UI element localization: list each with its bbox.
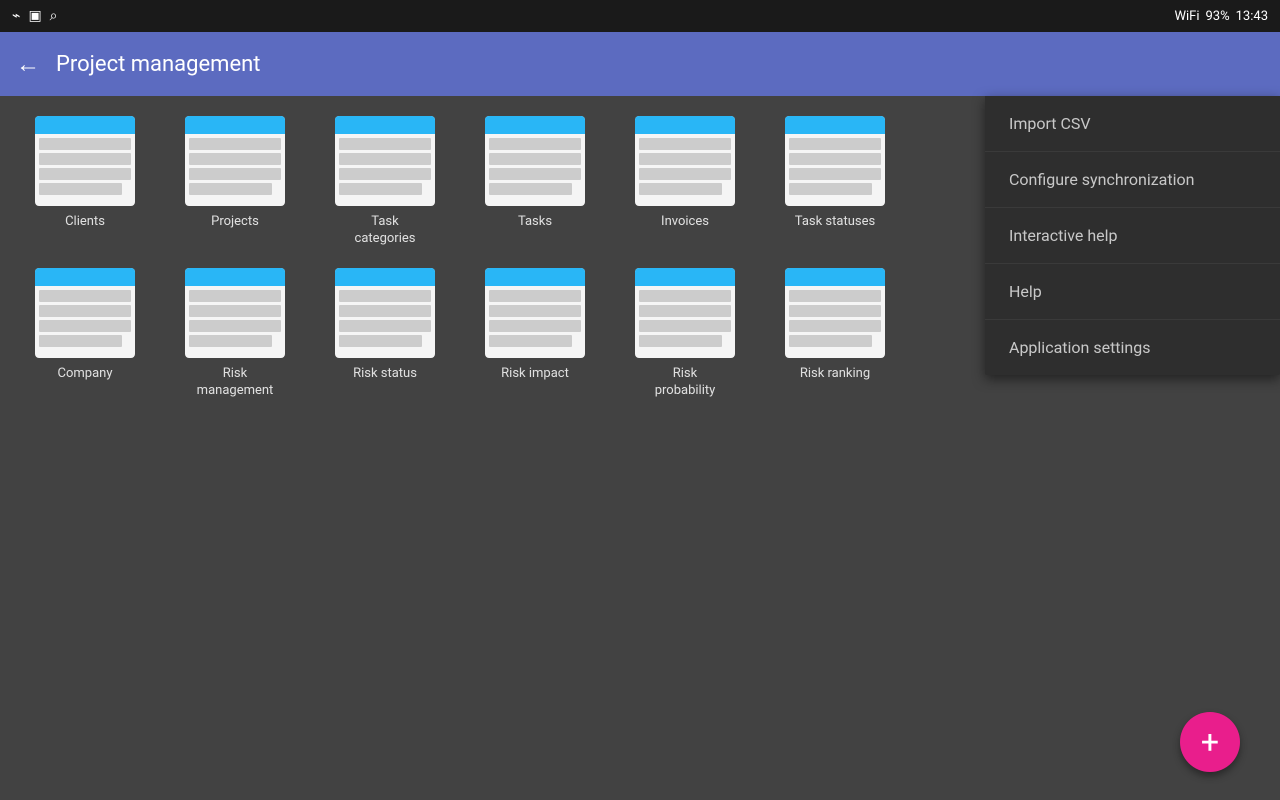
grid-item-task-statuses[interactable]: Task statuses — [780, 116, 890, 248]
risk-ranking-label: Risk ranking — [800, 366, 870, 383]
grid-item-risk-ranking[interactable]: Risk ranking — [780, 268, 890, 400]
wifi-icon: WiFi — [1174, 9, 1199, 24]
page-title: Project management — [56, 52, 260, 77]
invoices-icon — [635, 116, 735, 206]
clients-label: Clients — [65, 214, 105, 231]
grid-item-risk-probability[interactable]: Riskprobability — [630, 268, 740, 400]
grid-item-company[interactable]: Company — [30, 268, 140, 400]
menu-item-help[interactable]: Help — [985, 264, 1280, 320]
risk-probability-icon — [635, 268, 735, 358]
tasks-label: Tasks — [518, 214, 552, 231]
app-bar: ← Project management — [0, 32, 1280, 96]
status-bar-left: ⌁ ▣ ⌕ — [12, 8, 58, 24]
company-icon — [35, 268, 135, 358]
back-button[interactable]: ← — [16, 50, 40, 79]
search-icon: ⌕ — [50, 8, 58, 24]
grid-item-projects[interactable]: Projects — [180, 116, 290, 248]
main-content: Clients Projects — [0, 96, 1280, 800]
grid-item-clients[interactable]: Clients — [30, 116, 140, 248]
grid-item-risk-impact[interactable]: Risk impact — [480, 268, 590, 400]
projects-icon — [185, 116, 285, 206]
task-statuses-icon — [785, 116, 885, 206]
fab-button[interactable]: + — [1180, 712, 1240, 772]
time-text: 13:43 — [1236, 9, 1268, 24]
clients-icon — [35, 116, 135, 206]
grid-item-risk-status[interactable]: Risk status — [330, 268, 440, 400]
screenshot-icon: ▣ — [28, 8, 41, 24]
fab-plus-icon: + — [1201, 726, 1219, 758]
projects-label: Projects — [211, 214, 259, 231]
grid-item-task-categories[interactable]: Taskcategories — [330, 116, 440, 248]
company-label: Company — [58, 366, 113, 383]
tasks-icon — [485, 116, 585, 206]
invoices-label: Invoices — [661, 214, 709, 231]
menu-item-interactive-help[interactable]: Interactive help — [985, 208, 1280, 264]
risk-management-icon — [185, 268, 285, 358]
task-statuses-label: Task statuses — [795, 214, 875, 231]
grid-item-tasks[interactable]: Tasks — [480, 116, 590, 248]
risk-impact-label: Risk impact — [501, 366, 569, 383]
status-bar-right: WiFi 93% 13:43 — [1174, 9, 1268, 24]
risk-probability-label: Riskprobability — [655, 366, 716, 400]
menu-item-import-csv[interactable]: Import CSV — [985, 96, 1280, 152]
usb-icon: ⌁ — [12, 8, 20, 24]
risk-impact-icon — [485, 268, 585, 358]
risk-ranking-icon — [785, 268, 885, 358]
status-bar: ⌁ ▣ ⌕ WiFi 93% 13:43 — [0, 0, 1280, 32]
grid-item-risk-management[interactable]: Riskmanagement — [180, 268, 290, 400]
dropdown-menu: Import CSV Configure synchronization Int… — [985, 96, 1280, 375]
task-categories-label: Taskcategories — [355, 214, 416, 248]
menu-item-configure-sync[interactable]: Configure synchronization — [985, 152, 1280, 208]
task-categories-icon — [335, 116, 435, 206]
risk-management-label: Riskmanagement — [197, 366, 274, 400]
grid-item-invoices[interactable]: Invoices — [630, 116, 740, 248]
menu-item-application-settings[interactable]: Application settings — [985, 320, 1280, 375]
battery-text: 93% — [1205, 9, 1229, 24]
risk-status-icon — [335, 268, 435, 358]
risk-status-label: Risk status — [353, 366, 417, 383]
